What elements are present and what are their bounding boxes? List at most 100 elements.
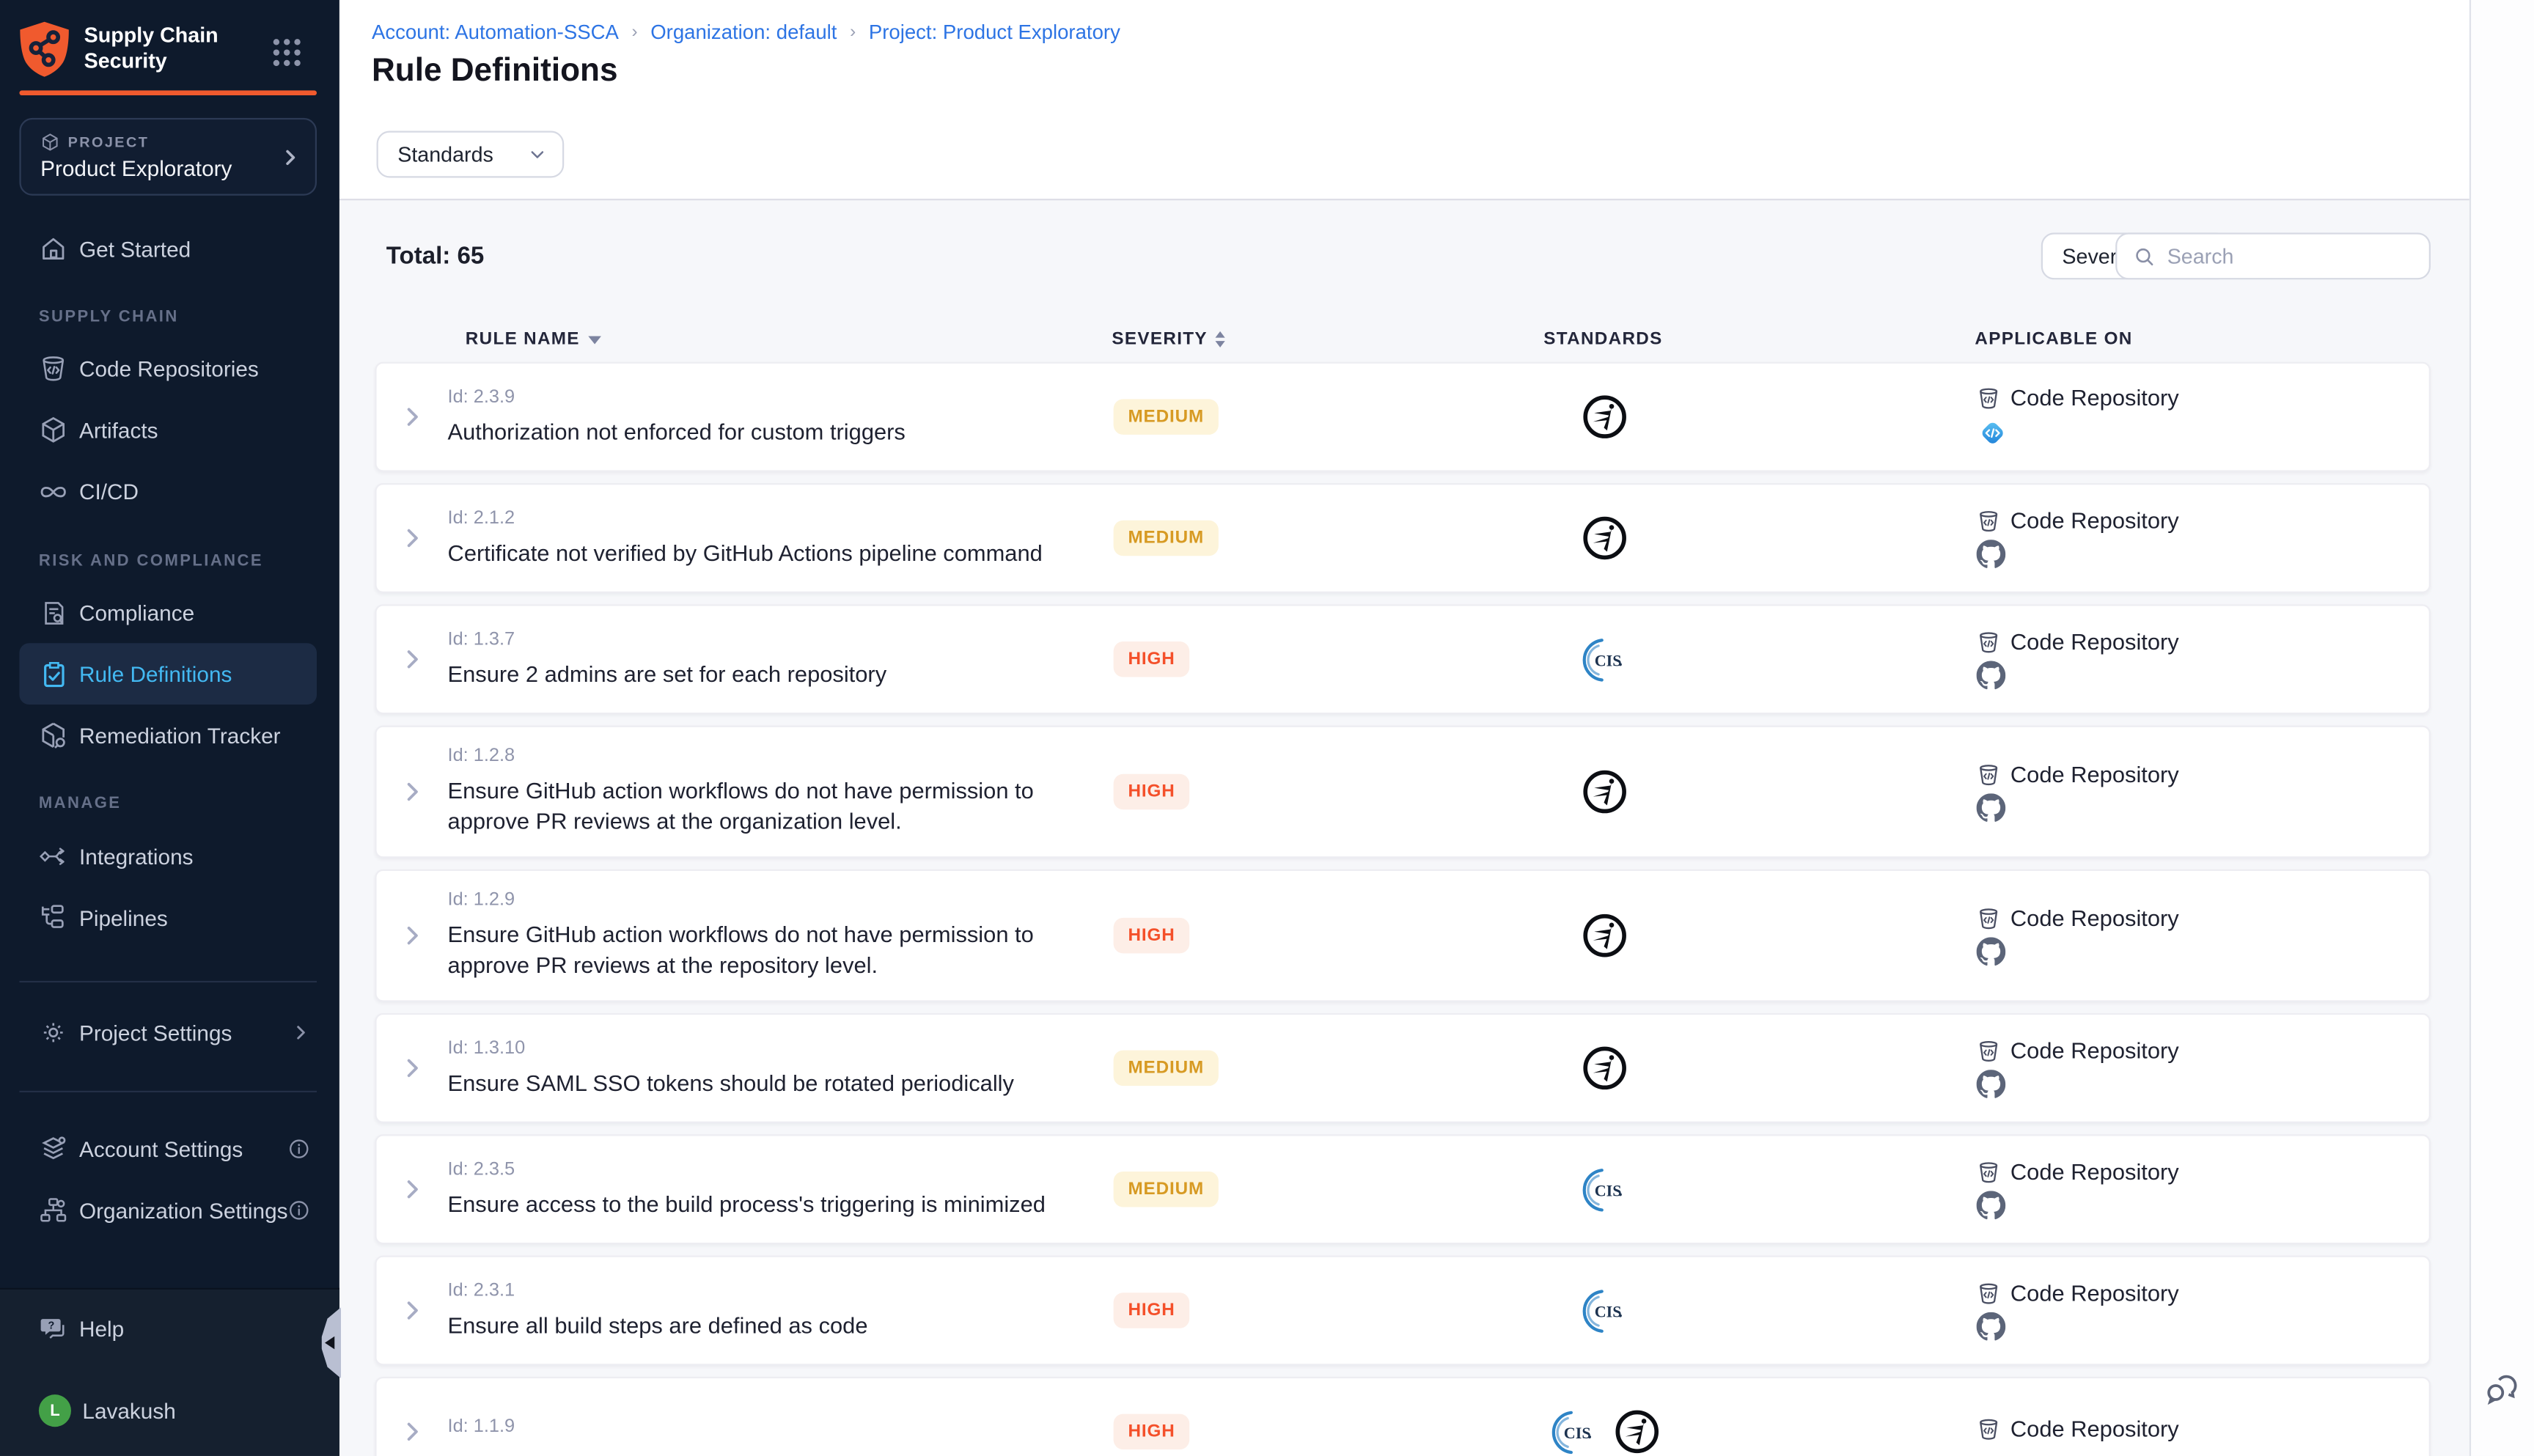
sidebar-item-label: Rule Definitions [79, 662, 232, 686]
column-header-rule-name[interactable]: RULE NAME [446, 330, 1102, 349]
info-icon[interactable] [287, 1199, 310, 1221]
table-row[interactable]: Id: 1.2.8 Ensure GitHub action workflows… [375, 726, 2431, 858]
page-header: Account: Automation-SSCA › Organization:… [339, 0, 2469, 200]
cis-standard-icon: CIS [1580, 1285, 1630, 1335]
rule-name: Ensure access to the build process's tri… [448, 1188, 1081, 1219]
right-rail [2469, 0, 2534, 1456]
applicable-icon-slot [1977, 540, 2429, 569]
standards-cell: CIS [1395, 1407, 1815, 1456]
standards-filter-dropdown[interactable]: Standards [377, 131, 565, 178]
sidebar-item-organization-settings[interactable]: Organization Settings [0, 1180, 339, 1241]
sidebar-item-integrations[interactable]: Integrations [0, 826, 339, 887]
table-controls: Total: 65 Severity [339, 200, 2469, 318]
rules-list: Id: 2.3.9 Authorization not enforced for… [375, 362, 2431, 1456]
applicable-on-label: Code Repository [2010, 385, 2179, 411]
table-row[interactable]: Id: 2.3.9 Authorization not enforced for… [375, 362, 2431, 472]
app-window: Supply Chain Security PROJECT Product Ex… [0, 0, 2534, 1456]
applicable-on-label: Code Repository [2010, 1158, 2179, 1184]
table-row[interactable]: Id: 2.1.2 Certificate not verified by Gi… [375, 483, 2431, 593]
sidebar-item-help[interactable]: ? Help [0, 1298, 339, 1359]
bucket-slot [1977, 905, 2001, 930]
row-expand-chevron[interactable] [377, 1298, 448, 1323]
gear-icon [39, 1018, 68, 1048]
user-menu[interactable]: L Lavakush [0, 1380, 339, 1441]
github-icon [1977, 1312, 2006, 1342]
column-label: SEVERITY [1112, 330, 1208, 349]
home-icon [39, 235, 68, 264]
project-name: Product Exploratory [40, 157, 299, 181]
table-row[interactable]: Id: 1.1.9 HIGH CIS Code Repository [375, 1377, 2431, 1456]
rule-id: Id: 1.1.9 [448, 1417, 1104, 1436]
sidebar-item-code-repositories[interactable]: Code Repositories [0, 338, 339, 400]
row-expand-chevron[interactable] [377, 404, 448, 430]
owasp-standard-icon [1581, 514, 1629, 562]
bucket-slot [1977, 508, 2001, 532]
sidebar-item-project-settings[interactable]: Project Settings [0, 1002, 339, 1064]
code-repository-icon [1977, 508, 2001, 532]
table-row[interactable]: Id: 1.3.7 Ensure 2 admins are set for ea… [375, 604, 2431, 714]
standards-cell [1395, 768, 1815, 816]
breadcrumb-organization-link[interactable]: Organization: default [650, 21, 837, 44]
row-expand-chevron[interactable] [377, 647, 448, 672]
sidebar-item-artifacts[interactable]: Artifacts [0, 399, 339, 460]
standards-cell [1395, 1044, 1815, 1092]
standards-cell: CIS [1395, 1164, 1815, 1214]
table-row[interactable]: Id: 1.2.9 Ensure GitHub action workflows… [375, 869, 2431, 1002]
applicable-on-label: Code Repository [2010, 507, 2179, 533]
search-box [2115, 232, 2431, 279]
column-header-severity[interactable]: SEVERITY [1102, 330, 1393, 349]
code-repository-icon [1977, 762, 2001, 786]
chat-bubbles-icon[interactable] [2482, 1370, 2521, 1417]
project-label: PROJECT [68, 134, 150, 150]
remediation-tracker-icon [39, 721, 68, 750]
sidebar-item-pipelines[interactable]: Pipelines [0, 887, 339, 949]
row-expand-chevron[interactable] [377, 923, 448, 949]
table-row[interactable]: Id: 2.3.1 Ensure all build steps are def… [375, 1256, 2431, 1366]
github-icon [1977, 661, 2006, 690]
sidebar-item-rule-definitions[interactable]: Rule Definitions [19, 643, 317, 705]
sidebar-item-compliance[interactable]: Compliance [0, 581, 339, 643]
table-row[interactable]: Id: 2.3.5 Ensure access to the build pro… [375, 1134, 2431, 1244]
github-icon [1977, 793, 2006, 823]
rule-id: Id: 2.3.5 [448, 1159, 1104, 1178]
standards-cell [1395, 514, 1815, 562]
severity-badge: HIGH [1114, 774, 1190, 809]
column-label: RULE NAME [466, 330, 580, 349]
sidebar-item-account-settings[interactable]: Account Settings [0, 1118, 339, 1180]
severity-badge: HIGH [1114, 1414, 1190, 1449]
row-expand-chevron[interactable] [377, 1055, 448, 1081]
table-row[interactable]: Id: 1.3.10 Ensure SAML SSO tokens should… [375, 1013, 2431, 1123]
bucket-slot [1977, 762, 2001, 786]
applicable-icon-slot [1977, 793, 2429, 823]
app-switcher-grid-icon[interactable] [271, 37, 302, 76]
cis-standard-icon: CIS [1549, 1407, 1599, 1456]
rule-name: Ensure GitHub action workflows do not ha… [448, 919, 1081, 981]
row-expand-chevron[interactable] [377, 779, 448, 804]
standards-cell [1395, 393, 1815, 441]
project-selector[interactable]: PROJECT Product Exploratory [19, 118, 317, 196]
column-label: APPLICABLE ON [1975, 330, 2132, 349]
pipelines-icon [39, 903, 68, 933]
breadcrumb-project-link[interactable]: Project: Product Exploratory [869, 21, 1120, 44]
code-repositories-icon [39, 354, 68, 383]
applicable-on-label: Code Repository [2010, 905, 2179, 930]
row-expand-chevron[interactable] [377, 1419, 448, 1444]
rule-name: Ensure GitHub action workflows do not ha… [448, 776, 1081, 837]
bucket-slot [1977, 386, 2001, 410]
code-repository-icon [1977, 1281, 2001, 1305]
owasp-standard-icon [1612, 1408, 1661, 1456]
row-expand-chevron[interactable] [377, 1177, 448, 1202]
sidebar-item-remediation-tracker[interactable]: Remediation Tracker [0, 705, 339, 766]
sort-toggle-icon [1216, 331, 1225, 348]
sidebar-item-get-started[interactable]: Get Started [0, 218, 339, 280]
help-chat-icon: ? [39, 1314, 68, 1343]
rule-id: Id: 2.3.9 [448, 387, 1104, 406]
collapse-left-arrow-icon [325, 1336, 334, 1350]
info-icon[interactable] [287, 1138, 310, 1161]
rule-id: Id: 2.1.2 [448, 508, 1104, 527]
sidebar-item-cicd[interactable]: CI/CD [0, 460, 339, 522]
search-input[interactable] [2167, 244, 2410, 268]
applicable-on-label: Code Repository [2010, 1416, 2179, 1441]
breadcrumb-account-link[interactable]: Account: Automation-SSCA [372, 21, 619, 44]
row-expand-chevron[interactable] [377, 525, 448, 551]
